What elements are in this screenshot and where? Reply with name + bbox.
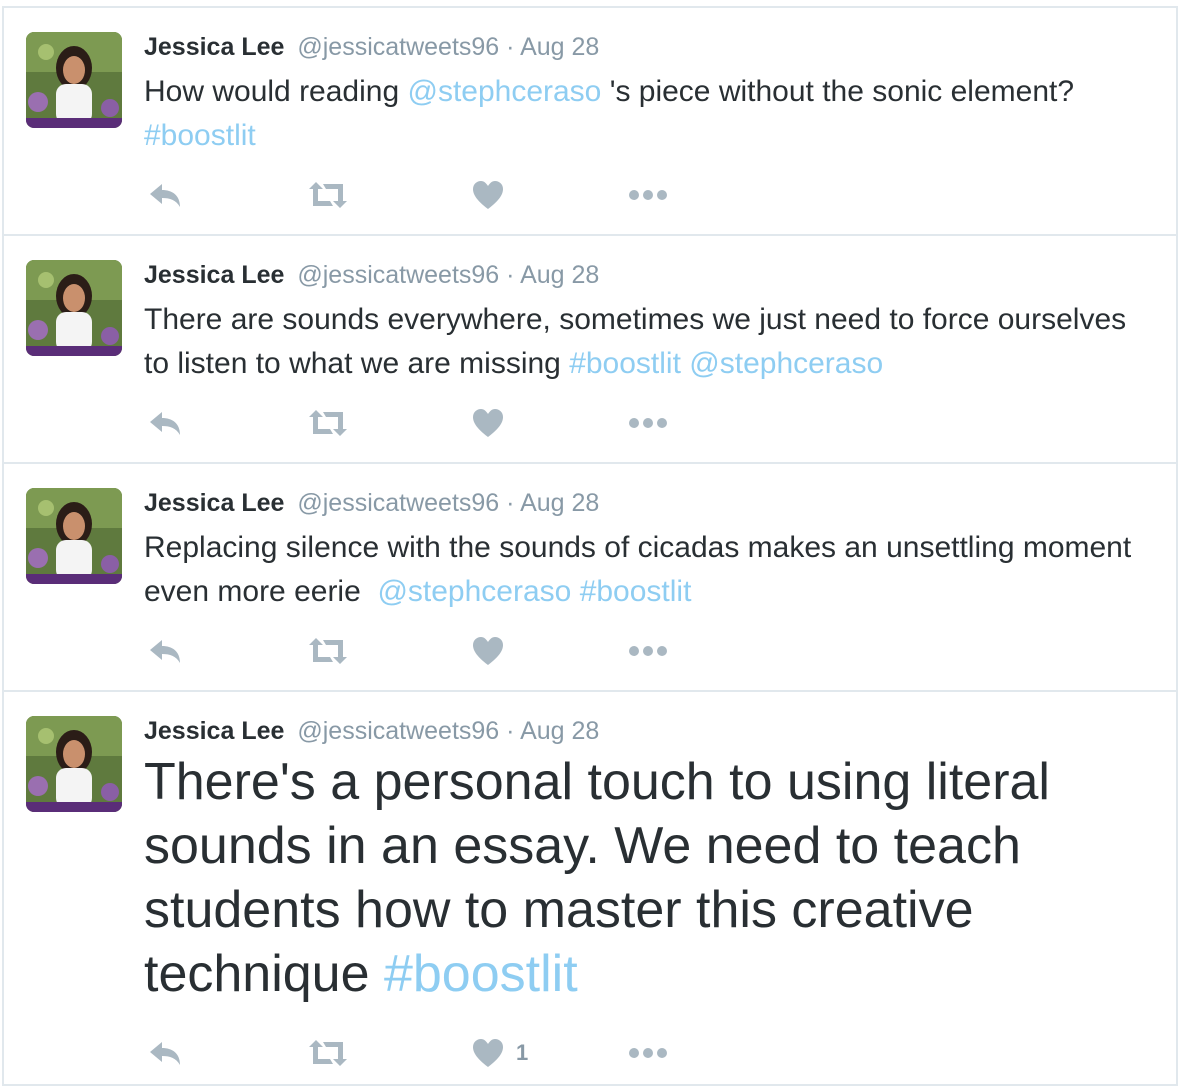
author-handle[interactable]: @jessicatweets96 (297, 717, 499, 745)
reply-button[interactable] (148, 634, 182, 668)
author-name[interactable]: Jessica Lee (144, 717, 284, 745)
tweet-text-part: How would reading (144, 75, 408, 108)
heart-icon (473, 1039, 503, 1067)
heart-icon (473, 409, 503, 437)
avatar[interactable] (26, 716, 122, 812)
more-dots-icon (629, 418, 667, 428)
author-name[interactable]: Jessica Lee (144, 261, 284, 289)
reply-button[interactable] (148, 406, 182, 440)
like-count: 1 (516, 1040, 529, 1065)
separator-dot: · (506, 261, 515, 289)
tweet[interactable]: Jessica Lee @jessicatweets96 · Aug 28 Th… (4, 692, 1176, 1084)
like-button[interactable]: 1 (472, 1036, 528, 1070)
more-button[interactable] (628, 634, 668, 668)
heart-icon (473, 181, 503, 209)
reply-icon (150, 640, 180, 663)
reply-icon (150, 184, 180, 207)
more-dots-icon (629, 1048, 667, 1058)
more-dots-icon (629, 190, 667, 200)
retweet-button[interactable] (308, 178, 348, 212)
tweet-header: Jessica Lee @jessicatweets96 · Aug 28 (144, 488, 599, 518)
tweet-text-part: There's a personal touch to using litera… (144, 753, 1050, 1003)
more-button[interactable] (628, 1036, 668, 1070)
like-button[interactable] (472, 634, 504, 668)
mention-link[interactable]: @stephceraso (377, 575, 571, 608)
hashtag-link[interactable]: #boostlit (580, 575, 692, 608)
tweet-actions (144, 634, 704, 668)
tweet-text-space (571, 575, 579, 608)
tweet-date[interactable]: Aug 28 (520, 33, 599, 61)
author-handle[interactable]: @jessicatweets96 (297, 261, 499, 289)
tweet-date[interactable]: Aug 28 (520, 261, 599, 289)
retweet-icon (309, 1040, 347, 1066)
author-name[interactable]: Jessica Lee (144, 33, 284, 61)
mention-link[interactable]: @stephceraso (407, 75, 601, 108)
avatar[interactable] (26, 32, 122, 128)
tweet-text: Replacing silence with the sounds of cic… (144, 526, 1154, 614)
retweet-icon (309, 182, 347, 208)
more-button[interactable] (628, 178, 668, 212)
separator-dot: · (506, 717, 515, 745)
like-button[interactable] (472, 178, 504, 212)
tweet-actions: 1 (144, 1036, 704, 1070)
tweet-text: There are sounds everywhere, sometimes w… (144, 298, 1154, 386)
author-handle[interactable]: @jessicatweets96 (297, 489, 499, 517)
tweet[interactable]: Jessica Lee @jessicatweets96 · Aug 28 Re… (4, 464, 1176, 692)
tweet-date[interactable]: Aug 28 (520, 489, 599, 517)
reply-button[interactable] (148, 178, 182, 212)
tweet-text: How would reading @stephceraso 's piece … (144, 70, 1154, 158)
more-dots-icon (629, 646, 667, 656)
tweet-header: Jessica Lee @jessicatweets96 · Aug 28 (144, 716, 599, 746)
retweet-button[interactable] (308, 406, 348, 440)
more-button[interactable] (628, 406, 668, 440)
avatar[interactable] (26, 488, 122, 584)
mention-link[interactable]: @stephceraso (689, 347, 883, 380)
like-button[interactable] (472, 406, 504, 440)
tweet-date[interactable]: Aug 28 (520, 717, 599, 745)
reply-icon (150, 412, 180, 435)
tweet-actions (144, 406, 704, 440)
tweet-text-part: 's piece without the sonic element? (601, 75, 1075, 108)
timeline: Jessica Lee @jessicatweets96 · Aug 28 Ho… (2, 6, 1178, 1086)
retweet-button[interactable] (308, 1036, 348, 1070)
tweet[interactable]: Jessica Lee @jessicatweets96 · Aug 28 Ho… (4, 8, 1176, 236)
tweet-actions (144, 178, 704, 212)
author-name[interactable]: Jessica Lee (144, 489, 284, 517)
tweet-header: Jessica Lee @jessicatweets96 · Aug 28 (144, 32, 599, 62)
retweet-icon (309, 410, 347, 436)
separator-dot: · (506, 489, 515, 517)
reply-icon (150, 1042, 180, 1065)
hashtag-link[interactable]: #boostlit (384, 945, 578, 1003)
tweet-header: Jessica Lee @jessicatweets96 · Aug 28 (144, 260, 599, 290)
retweet-button[interactable] (308, 634, 348, 668)
heart-icon (473, 637, 503, 665)
tweet[interactable]: Jessica Lee @jessicatweets96 · Aug 28 Th… (4, 236, 1176, 464)
reply-button[interactable] (148, 1036, 182, 1070)
hashtag-link[interactable]: #boostlit (569, 347, 681, 380)
avatar[interactable] (26, 260, 122, 356)
author-handle[interactable]: @jessicatweets96 (297, 33, 499, 61)
tweet-text: There's a personal touch to using litera… (144, 750, 1074, 1006)
hashtag-link[interactable]: #boostlit (144, 119, 256, 152)
separator-dot: · (506, 33, 515, 61)
retweet-icon (309, 638, 347, 664)
